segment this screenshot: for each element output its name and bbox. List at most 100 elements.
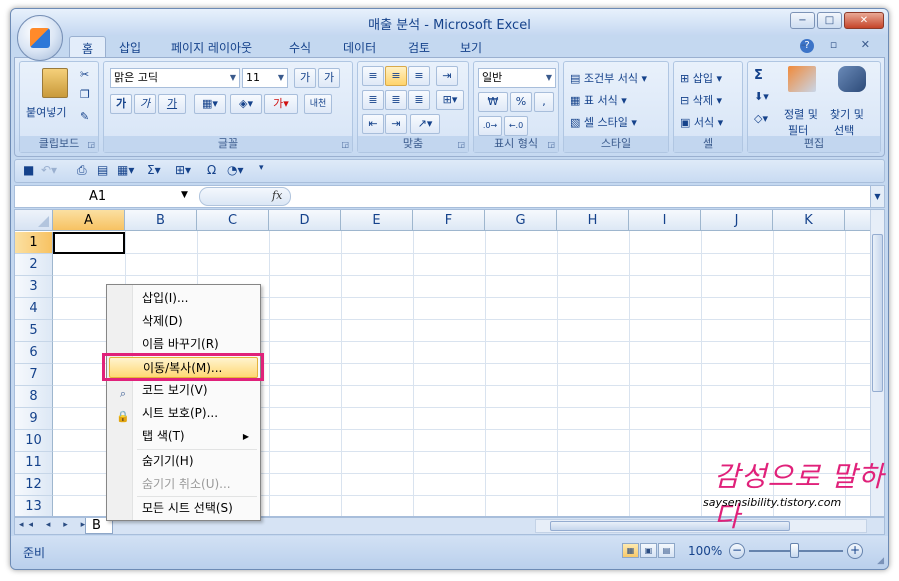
- resize-grip-icon[interactable]: ◢: [877, 556, 884, 566]
- tab-insert[interactable]: 삽입: [119, 39, 141, 56]
- decrease-decimal-button[interactable]: ←.0: [504, 116, 528, 136]
- paste-icon[interactable]: [42, 68, 68, 98]
- format-painter-icon[interactable]: ✎: [80, 110, 89, 123]
- italic-button[interactable]: 가: [134, 94, 156, 114]
- tab-formulas[interactable]: 수식: [289, 39, 311, 56]
- column-header-c[interactable]: C: [197, 210, 269, 231]
- number-launcher-icon[interactable]: ◲: [547, 140, 555, 149]
- zoom-out-button[interactable]: −: [729, 543, 745, 559]
- insert-function-button[interactable]: fx: [272, 189, 282, 202]
- row-header-3[interactable]: 3: [15, 276, 53, 298]
- name-box[interactable]: A1: [19, 187, 193, 206]
- close-button[interactable]: ✕: [844, 12, 884, 29]
- table-tool-icon[interactable]: ▦▾: [117, 163, 134, 177]
- fill-color-button[interactable]: ◈▾: [230, 94, 262, 114]
- align-left-button[interactable]: ≣: [362, 90, 384, 110]
- wrap-text-button[interactable]: ⇥: [436, 66, 458, 86]
- title-bar[interactable]: 매출 분석 - Microsoft Excel − □ ✕: [11, 9, 888, 35]
- page-break-view-icon[interactable]: ▤: [658, 543, 675, 558]
- merge-button[interactable]: ⊞▾: [436, 90, 464, 110]
- delete-cells-button[interactable]: ⊟ 삭제 ▾: [680, 92, 722, 108]
- column-header-j[interactable]: J: [701, 210, 773, 231]
- row-header-12[interactable]: 12: [15, 474, 53, 496]
- align-top-button[interactable]: ≡: [362, 66, 384, 86]
- find-select-label[interactable]: 찾기 및: [830, 106, 864, 122]
- row-header-6[interactable]: 6: [15, 342, 53, 364]
- percent-button[interactable]: %: [510, 92, 532, 112]
- align-center-button[interactable]: ≣: [385, 90, 407, 110]
- borders-icon[interactable]: ⊞▾: [175, 163, 191, 177]
- alignment-launcher-icon[interactable]: ◲: [457, 140, 465, 149]
- menu-item-select-all-sheets[interactable]: 모든 시트 선택(S): [109, 498, 258, 519]
- comma-button[interactable]: ,: [534, 92, 554, 112]
- menu-item-view-code[interactable]: ⌕ 코드 보기(V): [109, 380, 258, 401]
- column-header-b[interactable]: B: [125, 210, 197, 231]
- format-as-table-button[interactable]: ▦ 표 서식 ▾: [570, 92, 627, 108]
- zoom-slider-thumb[interactable]: [790, 543, 799, 558]
- row-header-2[interactable]: 2: [15, 254, 53, 276]
- name-box-dropdown-icon[interactable]: ▼: [181, 190, 188, 200]
- column-header-partial[interactable]: [845, 210, 873, 231]
- zoom-level[interactable]: 100%: [688, 544, 722, 558]
- tab-data[interactable]: 데이터: [343, 39, 376, 56]
- paste-button[interactable]: 붙여넣기: [26, 104, 66, 120]
- cut-icon[interactable]: ✂: [80, 68, 89, 81]
- clipboard-launcher-icon[interactable]: ◲: [87, 140, 95, 149]
- row-header-5[interactable]: 5: [15, 320, 53, 342]
- customize-toolbar-icon[interactable]: ▾: [259, 163, 264, 173]
- office-button[interactable]: [17, 15, 63, 61]
- menu-item-protect-sheet[interactable]: 🔒 시트 보호(P)...: [109, 403, 258, 424]
- underline-button[interactable]: 가: [158, 94, 186, 114]
- row-header-9[interactable]: 9: [15, 408, 53, 430]
- grow-font-button[interactable]: 가: [294, 68, 316, 88]
- column-header-e[interactable]: E: [341, 210, 413, 231]
- workbook-controls[interactable]: – ▫ ✕: [801, 38, 880, 51]
- menu-item-move-copy[interactable]: 이동/복사(M)...: [109, 357, 258, 378]
- row-header-7[interactable]: 7: [15, 364, 53, 386]
- font-size-select[interactable]: 11 ▼: [242, 68, 288, 88]
- autosum-button[interactable]: Σ: [754, 68, 763, 83]
- number-format-select[interactable]: 일반 ▼: [478, 68, 556, 88]
- column-header-f[interactable]: F: [413, 210, 485, 231]
- format-cells-button[interactable]: ▣ 서식 ▾: [680, 114, 723, 130]
- increase-decimal-button[interactable]: .0→: [478, 116, 502, 136]
- row-header-4[interactable]: 4: [15, 298, 53, 320]
- cell-styles-button[interactable]: ▧ 셀 스타일 ▾: [570, 114, 637, 130]
- row-header-8[interactable]: 8: [15, 386, 53, 408]
- chart-icon[interactable]: ◔▾: [227, 163, 244, 177]
- clear-button[interactable]: ◇▾: [754, 112, 768, 125]
- column-header-g[interactable]: G: [485, 210, 557, 231]
- menu-item-insert[interactable]: 삽입(I)...: [109, 288, 258, 309]
- tab-page-layout[interactable]: 페이지 레이아웃: [171, 39, 252, 56]
- zoom-in-button[interactable]: +: [847, 543, 863, 559]
- expand-formula-bar-icon[interactable]: ▼: [870, 186, 884, 207]
- border-button[interactable]: ▦▾: [194, 94, 226, 114]
- page-layout-view-icon[interactable]: ▣: [640, 543, 657, 558]
- normal-view-icon[interactable]: ▦: [622, 543, 639, 558]
- shrink-font-button[interactable]: 가: [318, 68, 340, 88]
- row-header-11[interactable]: 11: [15, 452, 53, 474]
- column-header-h[interactable]: H: [557, 210, 629, 231]
- tab-review[interactable]: 검토: [408, 39, 430, 56]
- menu-item-hide[interactable]: 숨기기(H): [109, 451, 258, 472]
- insert-cells-button[interactable]: ⊞ 삽입 ▾: [680, 70, 722, 86]
- font-color-button[interactable]: 가▾: [264, 94, 298, 114]
- menu-item-tab-color[interactable]: 탭 색(T) ▶: [109, 426, 258, 447]
- select-all-button[interactable]: [15, 210, 53, 231]
- minimize-button[interactable]: −: [790, 12, 815, 29]
- tab-view[interactable]: 보기: [460, 39, 482, 56]
- row-header-10[interactable]: 10: [15, 430, 53, 452]
- menu-item-delete[interactable]: 삭제(D): [109, 311, 258, 332]
- font-launcher-icon[interactable]: ◲: [341, 140, 349, 149]
- column-header-d[interactable]: D: [269, 210, 341, 231]
- column-header-k[interactable]: K: [773, 210, 845, 231]
- align-bottom-button[interactable]: ≡: [408, 66, 430, 86]
- sum-icon[interactable]: Σ▾: [147, 163, 161, 177]
- align-right-button[interactable]: ≣: [408, 90, 430, 110]
- print-icon[interactable]: ▤: [97, 163, 108, 177]
- phonetic-button[interactable]: 내천: [304, 94, 332, 114]
- vertical-scroll-thumb[interactable]: [872, 234, 883, 392]
- print-preview-icon[interactable]: ⎙: [77, 163, 87, 178]
- menu-item-rename[interactable]: 이름 바꾸기(R): [109, 334, 258, 355]
- undo-icon[interactable]: ↶▾: [41, 163, 57, 177]
